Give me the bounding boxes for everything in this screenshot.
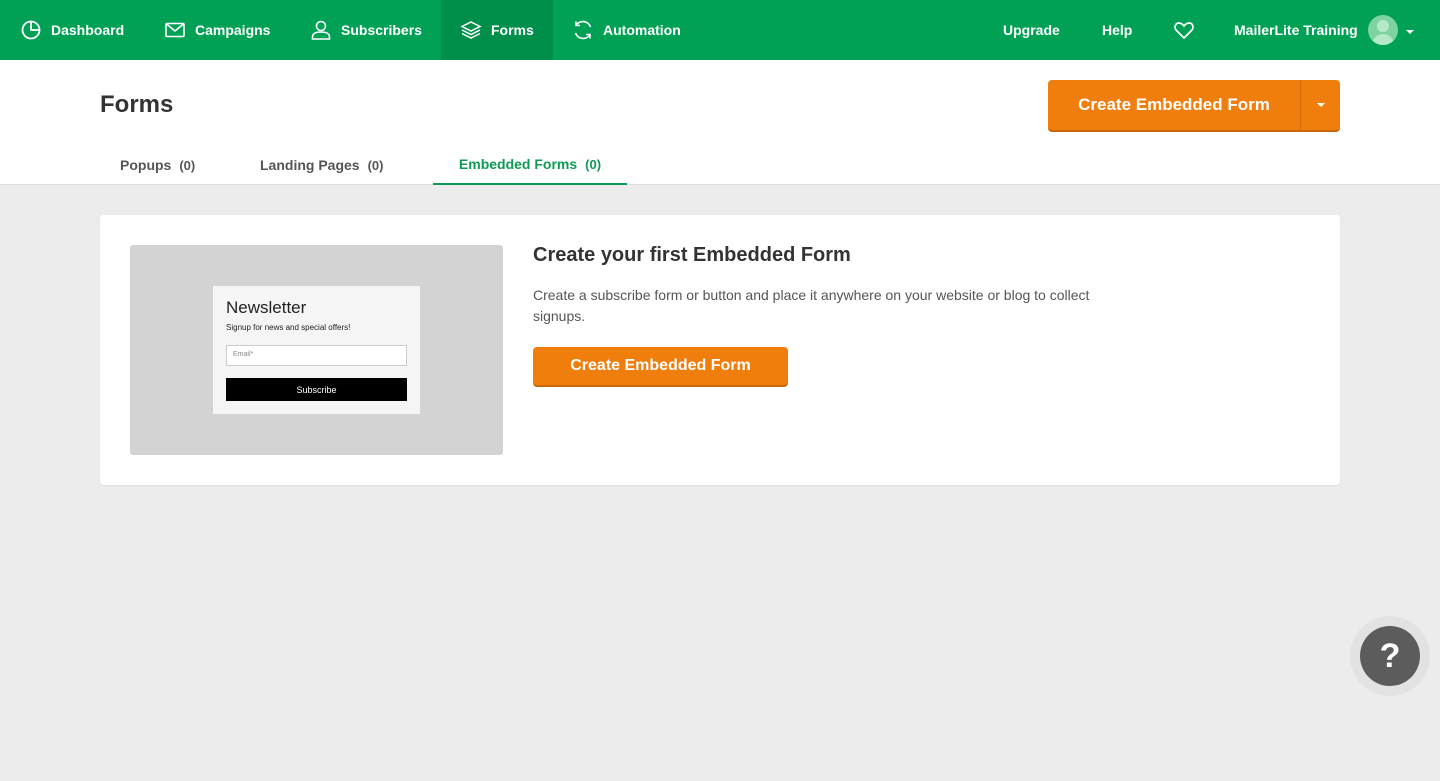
nav-heart[interactable] (1173, 0, 1195, 60)
nav-forms[interactable]: Forms (441, 0, 553, 60)
form-preview-image: Newsletter Signup for news and special o… (130, 245, 503, 455)
nav-automation[interactable]: Automation (572, 0, 681, 60)
tab-count: (0) (585, 156, 602, 172)
empty-state-title: Create your first Embedded Form (533, 244, 851, 266)
nav-forms-label: Forms (491, 22, 534, 38)
empty-state-card: Newsletter Signup for news and special o… (100, 215, 1340, 485)
preview-email-field: Email* (226, 345, 407, 366)
account-name: MailerLite Training (1234, 22, 1358, 38)
preview-form: Newsletter Signup for news and special o… (213, 286, 420, 414)
help-widget: ? (1350, 616, 1430, 696)
automation-icon (574, 20, 592, 40)
nav-subscribers-label: Subscribers (341, 22, 422, 38)
tab-count: (0) (179, 157, 196, 173)
forms-icon (460, 21, 482, 39)
tab-embedded-forms[interactable]: Embedded Forms (0) (433, 145, 627, 185)
top-navigation: Dashboard Campaigns Subscribers Forms Au… (0, 0, 1440, 60)
subscribers-icon (311, 20, 331, 40)
preview-subscribe-button: Subscribe (226, 378, 407, 401)
page-header: Forms Create Embedded Form Popups (0) La… (0, 60, 1440, 185)
nav-automation-label: Automation (603, 22, 681, 38)
tab-popups[interactable]: Popups (0) (120, 145, 195, 185)
caret-down-icon (1405, 29, 1414, 34)
nav-campaigns-label: Campaigns (195, 22, 271, 38)
create-embedded-form-button[interactable]: Create Embedded Form (1048, 80, 1301, 130)
nav-help[interactable]: Help (1102, 0, 1132, 60)
heart-icon (1174, 22, 1194, 40)
tab-label: Landing Pages (260, 157, 360, 173)
avatar (1367, 15, 1398, 45)
account-menu[interactable]: MailerLite Training (1234, 0, 1414, 60)
help-icon[interactable]: ? (1360, 626, 1420, 686)
campaigns-icon (165, 22, 185, 38)
tab-landing-pages[interactable]: Landing Pages (0) (260, 145, 383, 185)
nav-dashboard-label: Dashboard (51, 22, 125, 38)
nav-campaigns[interactable]: Campaigns (164, 0, 270, 60)
nav-dashboard[interactable]: Dashboard (20, 0, 124, 60)
create-options-dropdown[interactable] (1301, 80, 1340, 130)
page-title: Forms (100, 91, 174, 118)
nav-subscribers[interactable]: Subscribers (310, 0, 422, 60)
preview-subtitle: Signup for news and special offers! (226, 323, 351, 332)
create-embedded-form-button-group: Create Embedded Form (1048, 80, 1340, 130)
empty-state-description: Create a subscribe form or button and pl… (533, 287, 1090, 324)
tab-count: (0) (367, 157, 384, 173)
nav-upgrade[interactable]: Upgrade (1003, 0, 1060, 60)
caret-down-icon (1316, 103, 1325, 107)
create-embedded-form-cta[interactable]: Create Embedded Form (533, 347, 788, 385)
preview-title: Newsletter (226, 298, 307, 317)
tab-label: Popups (120, 157, 172, 173)
tab-label: Embedded Forms (458, 156, 578, 172)
dashboard-icon (21, 20, 41, 40)
